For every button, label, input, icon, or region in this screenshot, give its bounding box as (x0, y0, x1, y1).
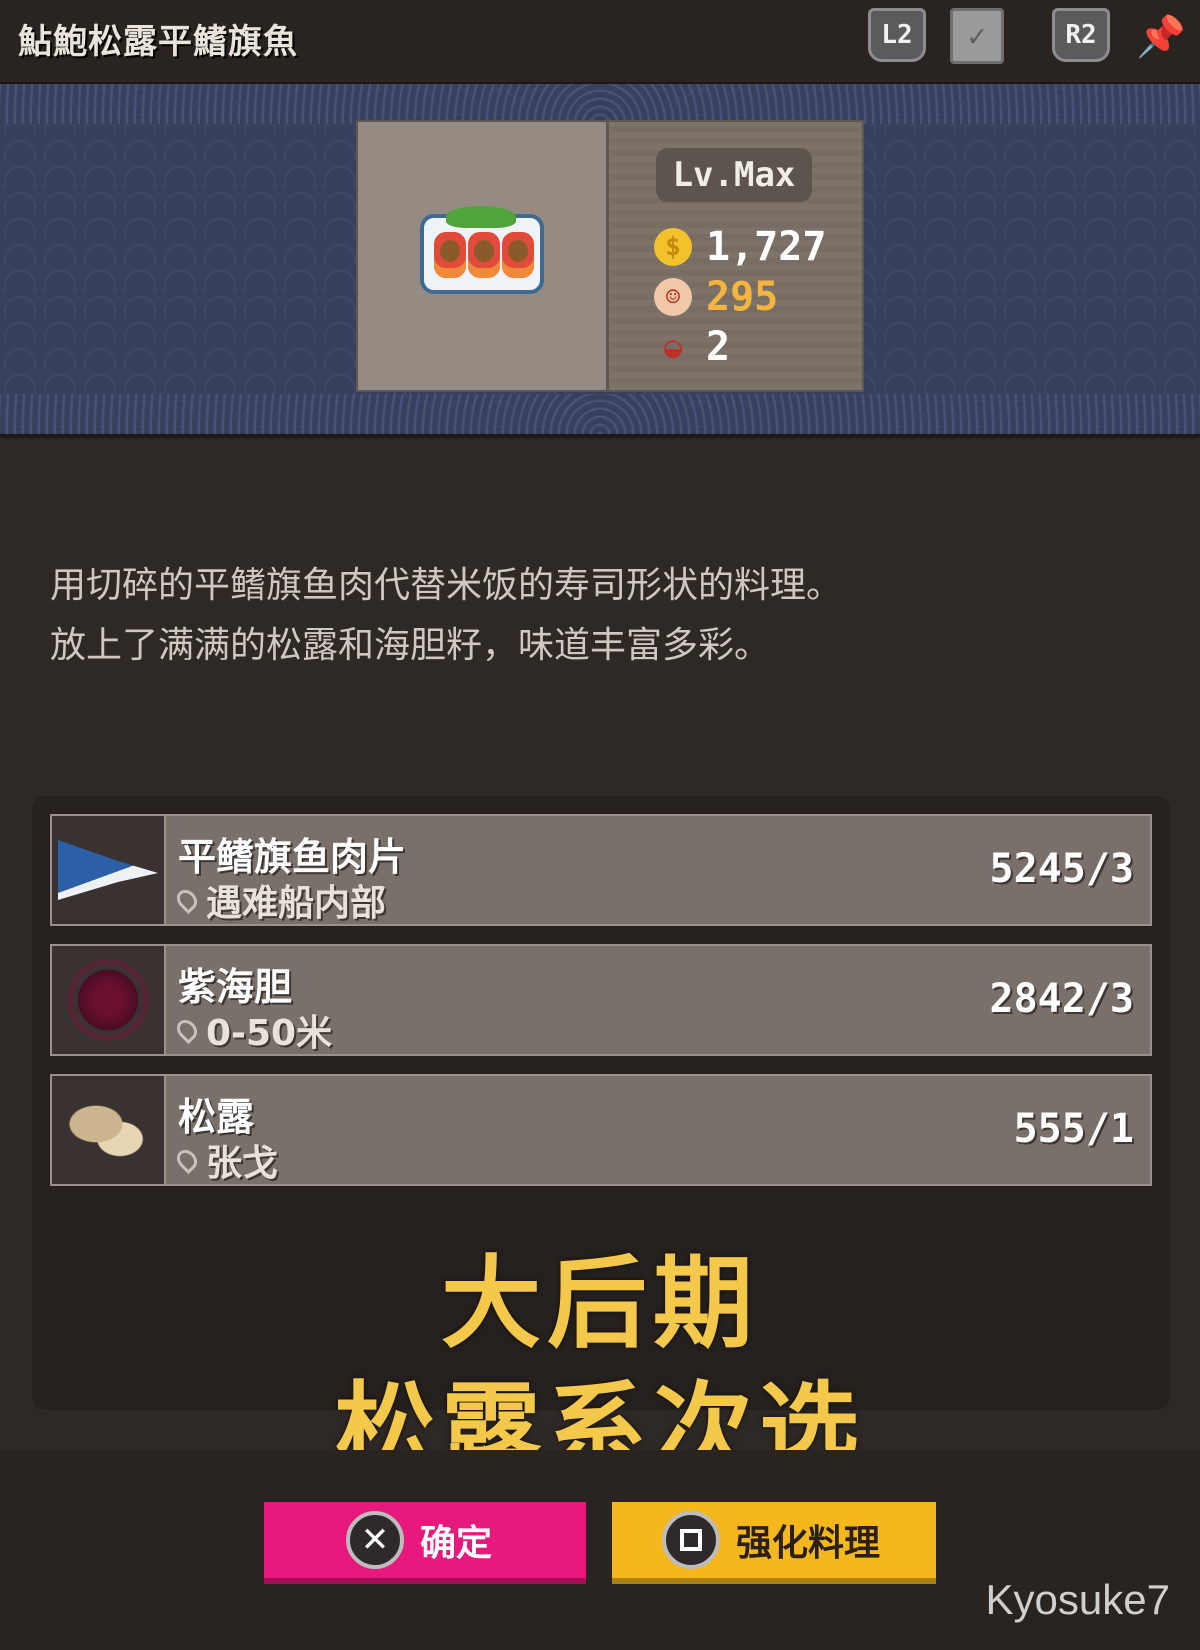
dish-card: Lv.Max $ 1,727 ☺ 295 ◒ 2 (356, 120, 864, 392)
ingredient-location: 遇难船内部 (172, 874, 387, 926)
cross-button-icon: ✕ (346, 1511, 404, 1569)
enhance-label: 强化料理 (736, 1523, 881, 1564)
ingredient-thumb (52, 1076, 166, 1184)
swordfish-icon (58, 840, 158, 900)
location-text: 0-50米 (206, 1013, 333, 1054)
taste-stat: ☺ 295 (654, 274, 778, 320)
watermark: Kyosuke7 (985, 1576, 1170, 1623)
location-pin-icon (172, 1015, 202, 1045)
dish-image (358, 122, 609, 390)
confirm-label: 确定 (420, 1523, 493, 1564)
location-text: 张戈 (206, 1143, 279, 1184)
clipboard-check-icon[interactable]: ✓ (950, 8, 1004, 64)
square-button-icon (662, 1511, 720, 1569)
overlay-caption-line1: 大后期 (441, 1245, 759, 1362)
dish-title: 鮎鮑松露平鰭旗魚 (18, 22, 298, 62)
enhance-dish-button[interactable]: 强化料理 (612, 1502, 936, 1584)
ingredient-name: 紫海胆 (178, 965, 293, 1009)
taste-face-icon: ☺ (654, 278, 692, 316)
servings-stat: ◒ 2 (654, 324, 730, 370)
location-text: 遇难船内部 (206, 883, 387, 924)
ingredient-count: 2842/3 (989, 976, 1135, 1022)
location-pin-icon (172, 1145, 202, 1175)
taste-value: 295 (706, 274, 779, 320)
ingredient-location: 0-50米 (172, 1004, 333, 1056)
top-bar: 鮎鮑松露平鰭旗魚 L2 ✓ R2 📌 (0, 0, 1200, 84)
sea-urchin-icon (73, 965, 143, 1035)
ingredient-row[interactable]: 紫海胆 0-50米 2842/3 (50, 944, 1152, 1056)
location-pin-icon (172, 885, 202, 915)
description-line: 放上了满满的松露和海胆籽，味道丰富多彩。 (50, 625, 771, 666)
ingredient-location: 张戈 (172, 1134, 279, 1186)
servings-value: 2 (706, 324, 731, 370)
price-value: 1,727 (706, 224, 827, 270)
dish-description: 用切碎的平鳍旗鱼肉代替米饭的寿司形状的料理。 放上了满满的松露和海胆籽，味道丰富… (50, 556, 1150, 676)
l2-button[interactable]: L2 (868, 8, 926, 62)
price-stat: $ 1,727 (654, 224, 826, 270)
sushi-plate-icon (420, 206, 544, 294)
coin-icon: $ (654, 228, 692, 266)
r2-button[interactable]: R2 (1052, 8, 1110, 62)
ingredient-row[interactable]: 松露 张戈 555/1 (50, 1074, 1152, 1186)
ingredient-count: 555/1 (1013, 1106, 1134, 1152)
ingredient-name: 平鳍旗鱼肉片 (178, 835, 407, 879)
truffle-icon (68, 1100, 148, 1160)
pin-icon[interactable]: 📌 (1136, 8, 1186, 64)
description-line: 用切碎的平鳍旗鱼肉代替米饭的寿司形状的料理。 (50, 565, 843, 606)
dish-stats: Lv.Max $ 1,727 ☺ 295 ◒ 2 (610, 122, 862, 390)
ingredient-thumb (52, 816, 166, 924)
ingredient-row[interactable]: 平鳍旗鱼肉片 遇难船内部 5245/3 (50, 814, 1152, 926)
ingredient-count: 5245/3 (989, 846, 1135, 892)
ingredient-name: 松露 (178, 1095, 255, 1139)
ingredient-thumb (52, 946, 166, 1054)
level-badge: Lv.Max (656, 148, 812, 202)
bowl-icon: ◒ (663, 329, 683, 365)
confirm-button[interactable]: ✕ 确定 (264, 1502, 586, 1584)
